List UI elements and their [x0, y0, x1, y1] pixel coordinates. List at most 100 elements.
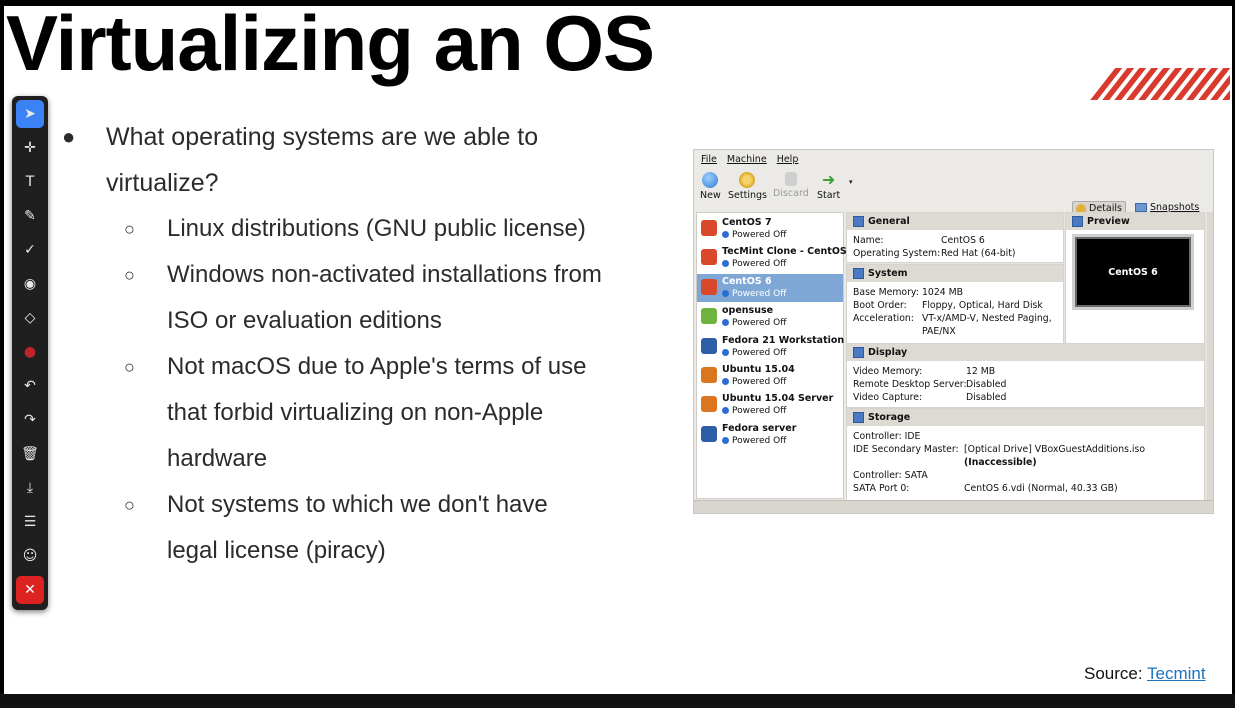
vm-list-item[interactable]: Ubuntu 15.04 Powered Off — [697, 362, 843, 390]
system-key: Acceleration: — [853, 313, 914, 324]
preview-header[interactable]: Preview — [1066, 213, 1204, 230]
vm-list-item[interactable]: TecMint Clone - CentOS 7 Powered Off — [697, 244, 857, 272]
bottom-bar — [0, 694, 1235, 708]
vm-list-item[interactable]: Ubuntu 15.04 Server Powered Off — [697, 391, 843, 419]
vm-name: opensuse — [722, 305, 774, 317]
color-dot-icon[interactable]: ● — [16, 338, 44, 366]
vm-state: Powered Off — [722, 259, 786, 269]
vm-state-text: Powered Off — [732, 288, 787, 299]
trash-icon[interactable]: 🗑 — [16, 440, 44, 468]
details-scrollbar[interactable] — [1207, 212, 1213, 501]
general-header[interactable]: General — [847, 213, 1063, 230]
new-icon — [702, 172, 719, 188]
display-key: Video Memory: — [853, 366, 923, 377]
display-header[interactable]: Display — [847, 344, 1204, 361]
system-key: Boot Order: — [853, 300, 907, 311]
vm-name: Ubuntu 15.04 — [722, 364, 795, 375]
general-section: General Name: CentOS 6 Operating System: Re… — [846, 212, 1064, 263]
undo-icon[interactable]: ↶ — [16, 372, 44, 400]
settings-gear-icon — [739, 172, 756, 188]
vm-list: CentOS 7 Powered Off TecMint Clone - CentO… — [696, 212, 857, 499]
vm-state-text: Powered Off — [732, 318, 787, 329]
bullet-item-text: What operating systems are we able to — [106, 123, 539, 151]
sub-bullet-item: ○ Windows non-activated installations fro… — [60, 252, 680, 298]
storage-section: Storage Controller: IDE IDE Secondary Ma… — [846, 408, 1205, 501]
sub-bullet-circle-icon: ○ — [124, 219, 135, 239]
download-icon[interactable]: ⤓ — [16, 474, 44, 502]
storage-header[interactable]: Storage — [847, 409, 1204, 426]
source-credit: Source: Tecmint — [1084, 664, 1206, 684]
general-key: Operating System: — [853, 248, 941, 259]
settings-button[interactable]: Settings — [728, 170, 767, 201]
target-icon[interactable]: ◉ — [16, 270, 44, 298]
os-logo-icon — [701, 367, 717, 383]
vm-list-item[interactable]: CentOS 6 Powered Off — [697, 273, 843, 302]
menu-machine[interactable]: Machine — [727, 154, 767, 165]
display-title: Display — [868, 347, 908, 358]
storage-value: CentOS 6.vdi (Normal, 40.33 GB) — [964, 483, 1118, 494]
sub-bullet-item-text: Not macOS due to Apple's terms of use — [167, 353, 587, 380]
source-label: Source: — [1084, 664, 1143, 683]
menu-file[interactable]: File — [701, 154, 717, 165]
move-icon[interactable]: ✛ — [16, 134, 44, 162]
text-icon[interactable]: T — [16, 168, 44, 196]
storage-value: [Optical Drive] VBoxGuestAdditions.iso — [964, 444, 1146, 455]
powered-off-icon — [722, 348, 729, 356]
sub-bullet-item-text: Linux distributions (GNU public license) — [167, 215, 586, 242]
discard-button[interactable]: Discard — [773, 170, 809, 199]
vm-list-item[interactable]: opensuse Powered Off — [697, 303, 843, 331]
general-key: Name: — [853, 235, 884, 246]
start-dropdown-icon[interactable]: ▾ — [849, 178, 853, 186]
menu-help[interactable]: Help — [777, 154, 799, 165]
vm-name: Fedora server — [722, 422, 797, 434]
new-button[interactable]: New — [700, 170, 721, 201]
eraser-icon[interactable]: ◇ — [16, 304, 44, 332]
sub-bullet-item-text: ISO or evaluation editions — [167, 307, 442, 334]
slide-content: ● What operating systems are we able to vi… — [60, 114, 680, 574]
preview-icon — [1072, 216, 1083, 227]
redo-icon[interactable]: ↷ — [16, 406, 44, 434]
vm-details: General Name: CentOS 6 Operating System: Re… — [846, 212, 1207, 501]
discard-label: Discard — [773, 188, 809, 199]
vm-state: Powered Off — [722, 377, 786, 387]
vm-list-item[interactable]: CentOS 7 Powered Off — [697, 215, 843, 243]
source-link[interactable]: Tecmint — [1147, 664, 1206, 683]
os-logo-icon — [701, 220, 717, 236]
cursor-icon[interactable]: ➤ — [16, 100, 44, 128]
os-logo-icon — [701, 425, 717, 442]
vm-list-item[interactable]: Fedora 21 Workstation Powered Off — [697, 333, 844, 361]
os-logo-icon — [701, 249, 717, 266]
os-logo-icon — [701, 278, 717, 295]
bullet-item: ● What operating systems are we able to — [60, 114, 680, 160]
general-title: General — [868, 216, 910, 227]
system-value: VT-x/AMD-V, Nested Paging, — [922, 313, 1052, 324]
vm-list-item[interactable]: Fedora server Powered Off — [697, 421, 843, 449]
powered-off-icon — [722, 378, 729, 385]
vm-state-text: Powered Off — [732, 377, 787, 387]
virtualbox-screenshot: File Machine Help New Settings Discard ➜… — [693, 149, 1214, 514]
vm-state-text: Powered Off — [732, 435, 787, 446]
slide: Virtualizing an OS ● What operating syste… — [4, 6, 1232, 694]
sub-bullet-item-text: hardware — [167, 445, 268, 472]
vm-name: TecMint Clone - CentOS 7 — [722, 246, 857, 258]
sub-bullet-item: ○ Not macOS due to Apple's terms of use — [60, 344, 680, 390]
storage-icon — [853, 412, 864, 423]
start-label: Start — [817, 190, 841, 201]
storage-key: IDE Secondary Master: — [853, 444, 959, 455]
system-header[interactable]: System — [847, 265, 1063, 282]
vm-name: CentOS 7 — [722, 217, 772, 228]
storage-key: Controller: IDE — [853, 431, 921, 442]
display-value: Disabled — [966, 392, 1007, 403]
vm-name: Ubuntu 15.04 Server — [722, 393, 834, 405]
powered-off-icon — [722, 289, 729, 297]
vm-state: Powered Off — [722, 348, 786, 358]
check-icon[interactable]: ✓ — [16, 236, 44, 264]
menu-icon[interactable]: ☰ — [16, 508, 44, 536]
start-button[interactable]: ➜ Start — [817, 170, 841, 202]
pen-icon[interactable]: ✎ — [16, 202, 44, 230]
user-settings-icon[interactable]: ☺ — [16, 542, 44, 570]
discard-arrow-icon — [784, 172, 797, 186]
close-icon[interactable]: ✕ — [16, 576, 44, 604]
sub-bullet-item-text: Windows non-activated installations from — [167, 261, 602, 288]
preview-section: Preview CentOS 6 — [1065, 212, 1205, 344]
